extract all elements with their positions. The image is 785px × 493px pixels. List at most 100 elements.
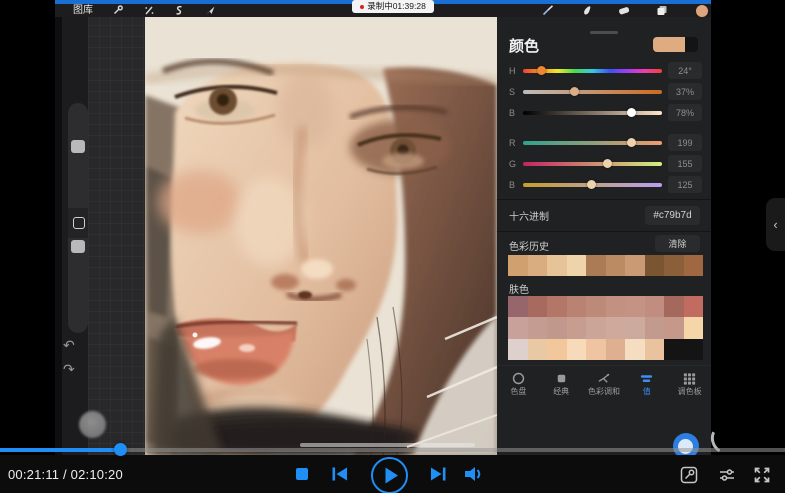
- slider-label: B: [509, 108, 515, 118]
- current-color-pair[interactable]: [653, 37, 698, 52]
- history-swatch[interactable]: [586, 255, 606, 276]
- slider-track[interactable]: [523, 90, 662, 94]
- slider-handle[interactable]: [603, 159, 612, 168]
- palette-swatch[interactable]: [567, 296, 587, 317]
- slider-handle[interactable]: [587, 180, 596, 189]
- panel-drag-handle[interactable]: [590, 31, 618, 34]
- slider-handle[interactable]: [570, 87, 579, 96]
- slider-value[interactable]: 125: [668, 176, 702, 193]
- palette-swatch[interactable]: [508, 317, 528, 338]
- previous-button[interactable]: [331, 466, 348, 482]
- slider-track[interactable]: [523, 141, 662, 145]
- history-swatch[interactable]: [528, 255, 548, 276]
- palette-swatch[interactable]: [645, 339, 665, 360]
- rgb-slider-b[interactable]: B125: [497, 176, 711, 194]
- slider-track[interactable]: [523, 183, 662, 187]
- hex-input[interactable]: #c79b7d: [645, 206, 700, 225]
- palette-swatch[interactable]: [547, 317, 567, 338]
- history-swatch[interactable]: [664, 255, 684, 276]
- stop-button[interactable]: [296, 468, 308, 480]
- volume-icon[interactable]: [463, 466, 483, 482]
- palette-swatch[interactable]: [625, 339, 645, 360]
- brush-icon[interactable]: [542, 5, 554, 16]
- history-swatch[interactable]: [645, 255, 665, 276]
- hsb-slider-h[interactable]: H24°: [497, 62, 711, 80]
- slider-value[interactable]: 37%: [668, 83, 702, 100]
- palette-swatch[interactable]: [645, 296, 665, 317]
- eraser-icon[interactable]: [618, 5, 630, 16]
- palette-swatch[interactable]: [625, 296, 645, 317]
- palette-swatch[interactable]: [586, 339, 606, 360]
- rgb-slider-g[interactable]: G155: [497, 155, 711, 173]
- seek-bar[interactable]: [0, 444, 785, 457]
- redo-icon[interactable]: ↷: [63, 362, 75, 376]
- layers-icon[interactable]: [656, 5, 668, 16]
- capture-settings-icon[interactable]: [680, 466, 698, 484]
- palette-swatch[interactable]: [645, 317, 665, 338]
- history-swatch[interactable]: [606, 255, 626, 276]
- tab-classic[interactable]: 经典: [540, 366, 583, 410]
- selection-icon[interactable]: [173, 5, 185, 16]
- palette-swatch[interactable]: [625, 317, 645, 338]
- undo-icon[interactable]: ↶: [63, 338, 75, 352]
- fullscreen-icon[interactable]: [753, 466, 771, 484]
- palette-swatch[interactable]: [684, 296, 704, 317]
- palette-swatch[interactable]: [567, 339, 587, 360]
- slider-value[interactable]: 78%: [668, 104, 702, 121]
- palette-swatch[interactable]: [508, 339, 528, 360]
- palette-swatch[interactable]: [606, 296, 626, 317]
- palette-swatch[interactable]: [664, 317, 684, 338]
- palette-swatch[interactable]: [586, 317, 606, 338]
- modify-button[interactable]: [68, 208, 88, 238]
- clear-history-button[interactable]: 清除: [655, 235, 700, 252]
- palette-swatch[interactable]: [528, 317, 548, 338]
- history-swatch[interactable]: [567, 255, 587, 276]
- video-content[interactable]: 录制中01:39:28 图库: [55, 0, 711, 455]
- transform-icon[interactable]: [204, 5, 216, 16]
- slider-handle[interactable]: [627, 138, 636, 147]
- playback-sliders-icon[interactable]: [718, 466, 736, 484]
- history-swatch[interactable]: [684, 255, 704, 276]
- opacity-slider[interactable]: [71, 240, 85, 253]
- palette-swatch[interactable]: [547, 296, 567, 317]
- wrench-icon[interactable]: [112, 5, 124, 16]
- palette-swatch[interactable]: [528, 296, 548, 317]
- play-button[interactable]: [371, 457, 408, 493]
- palette-swatch[interactable]: [684, 317, 704, 338]
- palette-swatch[interactable]: [586, 296, 606, 317]
- history-swatch[interactable]: [547, 255, 567, 276]
- tab-palettes[interactable]: 调色板: [668, 366, 711, 410]
- hsb-slider-s[interactable]: S37%: [497, 83, 711, 101]
- palette-swatch[interactable]: [664, 296, 684, 317]
- brush-size-slider[interactable]: [71, 140, 85, 153]
- palette-swatch[interactable]: [606, 339, 626, 360]
- slider-value[interactable]: 24°: [668, 62, 702, 79]
- drawing-canvas[interactable]: [88, 17, 497, 455]
- palette-swatch[interactable]: [606, 317, 626, 338]
- slider-track[interactable]: [523, 69, 662, 73]
- next-button[interactable]: [430, 466, 447, 482]
- palette-swatch[interactable]: [567, 317, 587, 338]
- slider-value[interactable]: 155: [668, 155, 702, 172]
- adjustments-icon[interactable]: [143, 5, 155, 16]
- slider-handle[interactable]: [537, 66, 546, 75]
- history-swatch[interactable]: [625, 255, 645, 276]
- slider-track[interactable]: [523, 162, 662, 166]
- slider-value[interactable]: 199: [668, 134, 702, 151]
- rgb-slider-r[interactable]: R199: [497, 134, 711, 152]
- palette-swatch[interactable]: [547, 339, 567, 360]
- history-swatch[interactable]: [508, 255, 528, 276]
- smudge-icon[interactable]: [581, 5, 593, 16]
- slider-track[interactable]: [523, 111, 662, 115]
- hsb-slider-b[interactable]: B 78%: [497, 104, 711, 122]
- palette-swatch[interactable]: [528, 339, 548, 360]
- tab-harmony[interactable]: 色彩调和: [583, 366, 626, 410]
- tab-value[interactable]: 值: [625, 366, 668, 410]
- side-drawer-handle[interactable]: ‹: [766, 198, 785, 251]
- palette-swatch[interactable]: [508, 296, 528, 317]
- active-color-swatch[interactable]: [696, 5, 708, 17]
- gallery-button[interactable]: 图库: [73, 5, 93, 16]
- slider-handle[interactable]: [627, 108, 636, 117]
- seek-handle[interactable]: [114, 443, 127, 456]
- tab-disc[interactable]: 色盘: [497, 366, 540, 410]
